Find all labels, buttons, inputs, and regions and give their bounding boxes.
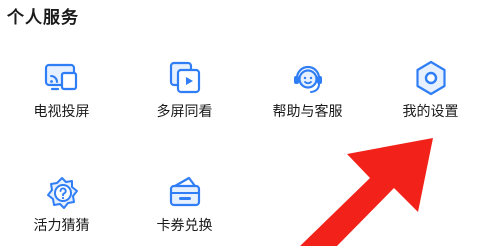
section-title: 个人服务 [7, 8, 79, 28]
settings-icon [411, 58, 451, 98]
tile-label: 多屏同看 [156, 104, 213, 120]
tile-label: 活力猜猜 [33, 218, 90, 234]
multi-screen-icon [165, 58, 205, 98]
coupon-wallet-icon [165, 172, 205, 212]
tile-guess-quiz[interactable]: 活力猜猜 [0, 166, 123, 246]
tile-coupon-wallet[interactable]: 卡券兑换 [123, 166, 246, 246]
tile-customer-service[interactable]: 帮助与客服 [246, 52, 369, 132]
tv-cast-icon [42, 58, 82, 98]
tile-tv-cast[interactable]: 电视投屏 [0, 52, 123, 132]
customer-service-icon [288, 58, 328, 98]
tile-label: 卡券兑换 [156, 218, 213, 234]
tile-label: 我的设置 [402, 104, 459, 120]
tile-settings[interactable]: 我的设置 [369, 52, 492, 132]
guess-quiz-icon [42, 172, 82, 212]
tile-multi-screen[interactable]: 多屏同看 [123, 52, 246, 132]
tile-label: 帮助与客服 [272, 104, 343, 120]
tile-label: 电视投屏 [33, 104, 90, 120]
